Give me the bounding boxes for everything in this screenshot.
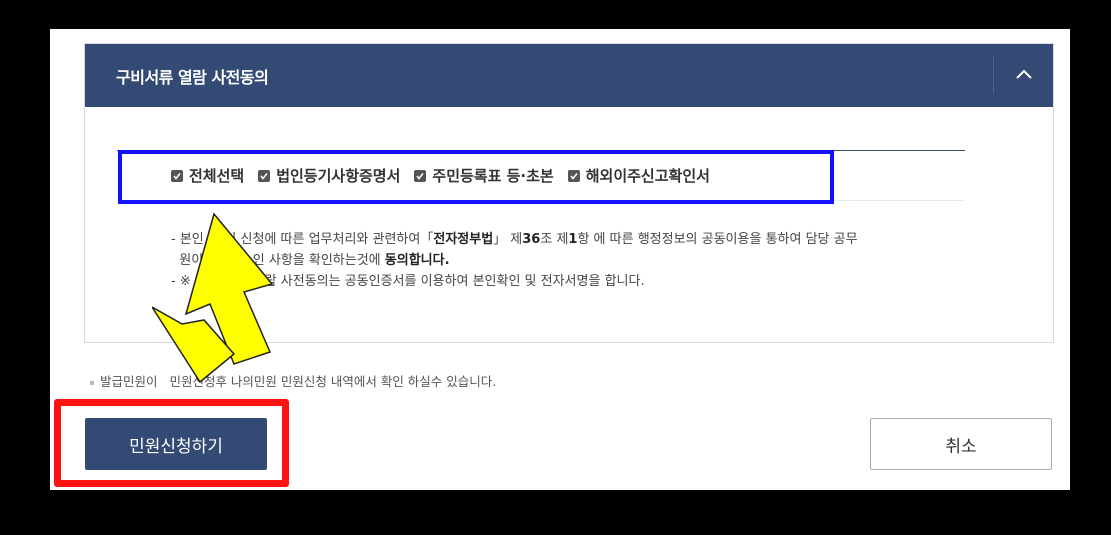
note-line: - 본인 이 신청에 따른 업무처리와 관련하여「전자정부법」 제36조 제1항…	[171, 232, 858, 247]
chevron-up-icon	[1016, 69, 1032, 79]
note-line: - ※ 열람 사전동의는 공동인증서를 이용하여 본인확인 및 전자서명을 합니…	[171, 274, 645, 289]
consent-notes: - 본인 이 신청에 따른 업무처리와 관련하여「전자정부법」 제36조 제1항…	[171, 229, 971, 292]
footnote: 발급민원이 민원신청후 나의민원 민원신청 내역에서 확인 하실수 있습니다.	[90, 371, 496, 390]
note-line: 원이 인 사항을 확인하는것에 동의합니다.	[179, 253, 450, 268]
pointer-arrow-icon	[152, 212, 274, 384]
highlight-box-apply-button	[54, 399, 289, 487]
panel-title: 구비서류 열람 사전동의	[116, 68, 269, 87]
panel-header: 구비서류 열람 사전동의	[85, 44, 1053, 107]
bullet-icon	[90, 380, 94, 385]
highlight-box-checkboxes	[118, 150, 834, 204]
header-divider	[993, 56, 994, 94]
collapse-button[interactable]	[995, 56, 1053, 96]
cancel-button[interactable]: 취소	[870, 418, 1052, 470]
